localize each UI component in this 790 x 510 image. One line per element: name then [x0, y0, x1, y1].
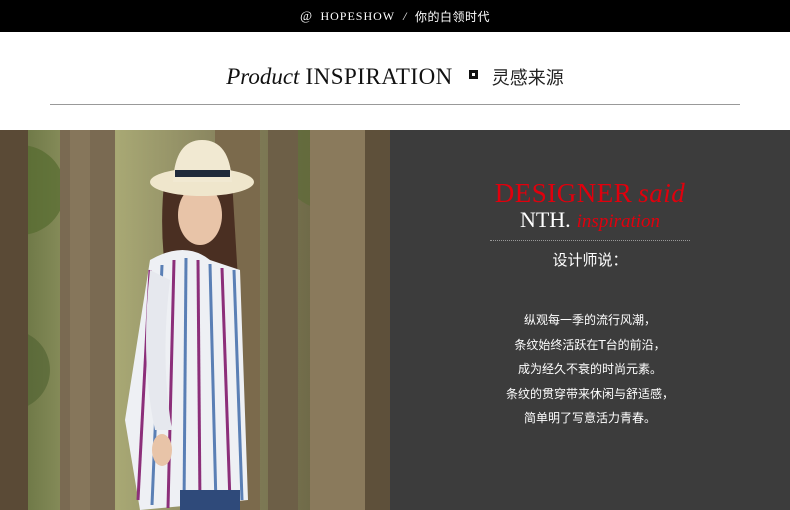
heading-chinese: 灵感来源: [491, 68, 564, 89]
top-bar: @ HOPESHOW / 你的白领时代: [0, 0, 790, 32]
heading-product: Product: [226, 64, 300, 89]
separator: /: [403, 8, 407, 23]
heading-inspiration: INSPIRATION: [305, 64, 453, 89]
designer-panel: DESIGNER said NTH. inspiration 设计师说： 纵观每一季…: [390, 130, 790, 510]
forest-model-illustration: [0, 130, 390, 510]
designer-says-label: 设计师说：: [552, 251, 628, 269]
dotted-divider: [490, 240, 690, 241]
description-line: 条纹始终活跃在T台的前沿，: [514, 337, 666, 352]
designer-word: DESIGNER: [494, 178, 633, 208]
brand-tagline: 你的白领时代: [414, 9, 490, 24]
square-bullet-icon: [468, 70, 478, 79]
description: 纵观每一季的流行风潮， 条纹始终活跃在T台的前沿， 成为经久不衰的时尚元素。 条…: [390, 308, 790, 431]
nth-subtitle: NTH. inspiration: [390, 206, 790, 237]
description-line: 成为经久不衰的时尚元素。: [517, 362, 662, 376]
section-heading: Product INSPIRATION 灵感来源: [0, 64, 790, 104]
heading-divider: [50, 104, 740, 105]
at-symbol: @: [300, 8, 313, 23]
description-line: 条纹的贯穿带来休闲与舒适感，: [505, 386, 674, 401]
description-line: 简单明了写意活力青春。: [523, 411, 656, 425]
inspiration-word: inspiration: [576, 211, 661, 232]
designer-title: DESIGNER said: [390, 178, 790, 208]
said-word: said: [638, 178, 686, 208]
nth-word: NTH.: [519, 207, 571, 232]
brand-name[interactable]: HOPESHOW: [320, 9, 395, 24]
model-photo: [0, 130, 390, 510]
description-line: 纵观每一季的流行风潮，: [523, 313, 656, 327]
